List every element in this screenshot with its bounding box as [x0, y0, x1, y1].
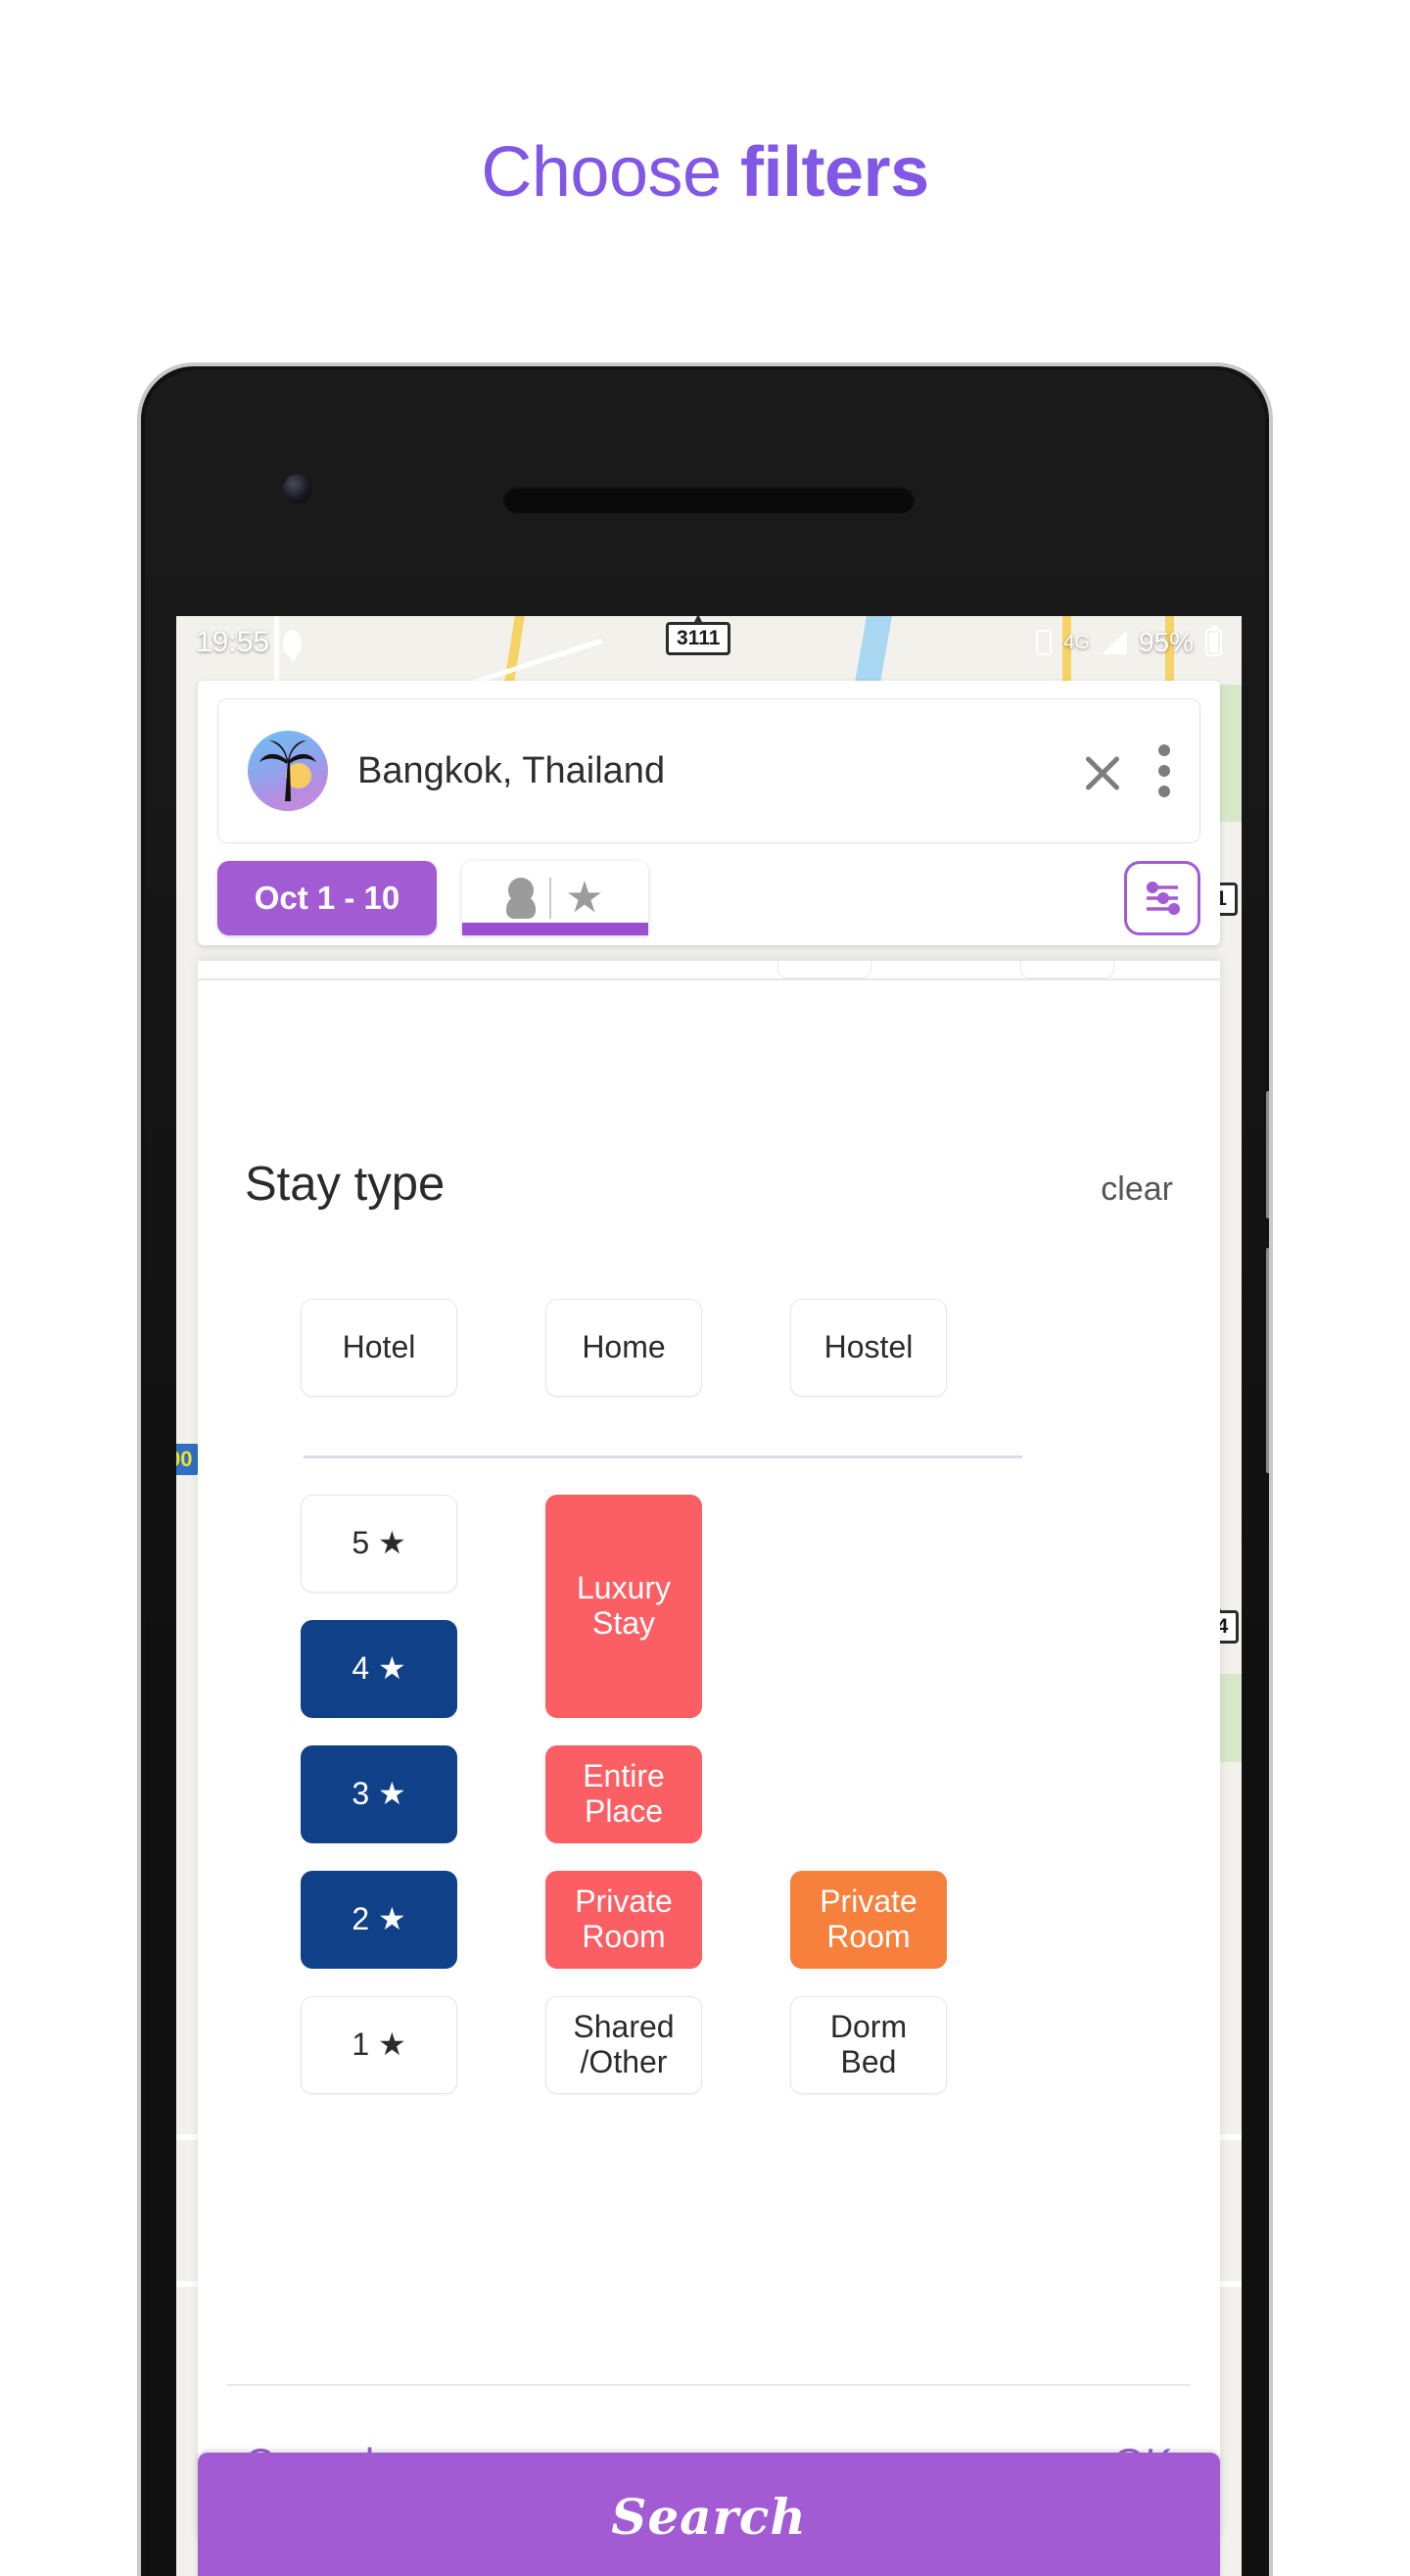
chip-active-underline	[462, 923, 648, 935]
section-title: Stay type	[245, 1158, 446, 1211]
palm-tree-logo-icon	[248, 731, 328, 811]
star-icon: ★	[565, 874, 604, 922]
star-filter-1[interactable]: 1 ★	[301, 1996, 457, 2094]
page-title-light: Choose	[481, 133, 741, 212]
filter-sliders-icon[interactable]	[1124, 861, 1200, 935]
person-icon	[506, 878, 537, 919]
property-type-hostel[interactable]: Hostel	[790, 1299, 947, 1397]
property-type-row: Hotel Home Hostel	[301, 1299, 1123, 1397]
search-input[interactable]: Bangkok, Thailand	[217, 698, 1200, 843]
page-title: Choose filters	[0, 137, 1410, 208]
room-type-dorm-bed[interactable]: Dorm Bed	[790, 1996, 947, 2094]
battery-icon	[1205, 626, 1222, 656]
phone-screen: 3111 311 14 3116 00 หเ ฑว 19:55 4G 95%	[176, 616, 1242, 2576]
front-camera-icon	[283, 474, 312, 503]
status-time: 19:55	[196, 626, 270, 658]
date-range-chip[interactable]: Oct 1 - 10	[217, 861, 437, 935]
battery-percent-label: 95%	[1138, 627, 1194, 657]
scrolled-card-partial[interactable]	[777, 961, 871, 978]
vibrate-icon	[1036, 630, 1053, 655]
power-button[interactable]	[1266, 1091, 1269, 1218]
close-x-icon[interactable]	[1078, 746, 1127, 795]
property-type-home[interactable]: Home	[545, 1299, 702, 1397]
status-bar: 19:55 4G 95%	[176, 616, 1242, 669]
kebab-menu-icon[interactable]	[1158, 744, 1170, 797]
filter-chips-row: Oct 1 - 10 ★	[217, 861, 1200, 935]
section-divider	[304, 1455, 1022, 1458]
volume-button[interactable]	[1266, 1248, 1269, 1473]
network-type-label: 4G	[1063, 631, 1090, 653]
room-type-entire-place[interactable]: Entire Place	[545, 1745, 702, 1843]
guests-rating-chip[interactable]: ★	[462, 861, 648, 935]
search-panel: Bangkok, Thailand Oct 1 - 10 ★	[198, 681, 1220, 945]
room-type-shared-other[interactable]: Shared /Other	[545, 1996, 702, 2094]
signal-icon	[1101, 631, 1127, 654]
star-filter-5[interactable]: 5 ★	[301, 1495, 457, 1593]
clear-link[interactable]: clear	[1101, 1170, 1173, 1209]
room-type-private-room[interactable]: Private Room	[545, 1871, 702, 1969]
search-button-label: Search	[611, 2487, 807, 2546]
vertical-divider	[549, 878, 552, 919]
star-filter-3[interactable]: 3 ★	[301, 1745, 457, 1843]
star-filter-2[interactable]: 2 ★	[301, 1871, 457, 1969]
phone-mockup: 3111 311 14 3116 00 หเ ฑว 19:55 4G 95%	[137, 362, 1273, 2576]
room-type-private-room-alt[interactable]: Private Room	[790, 1871, 947, 1969]
map-shield-blue: 00	[176, 1444, 199, 1475]
room-type-luxury-stay[interactable]: Luxury Stay	[545, 1495, 702, 1718]
property-type-hotel[interactable]: Hotel	[301, 1299, 457, 1397]
earpiece-speaker	[503, 486, 915, 513]
stay-options-grid: 5 ★ 4 ★ 3 ★ 2 ★ 1 ★ Luxury Stay Entire P…	[198, 1495, 1220, 2180]
search-button[interactable]: Search	[198, 2453, 1220, 2576]
sheet-top-divider	[198, 978, 1220, 980]
stay-type-header: Stay type clear	[245, 1157, 1173, 1212]
scrolled-card-partial[interactable]	[1020, 961, 1114, 978]
search-value[interactable]: Bangkok, Thailand	[357, 750, 1078, 792]
page-title-bold: filters	[740, 133, 929, 212]
location-pin-icon	[283, 629, 303, 663]
footer-divider	[227, 2384, 1191, 2386]
filters-dialog: Stay type clear Hotel Home Hostel 5 ★ 4 …	[198, 961, 1220, 2538]
star-filter-4[interactable]: 4 ★	[301, 1620, 457, 1718]
